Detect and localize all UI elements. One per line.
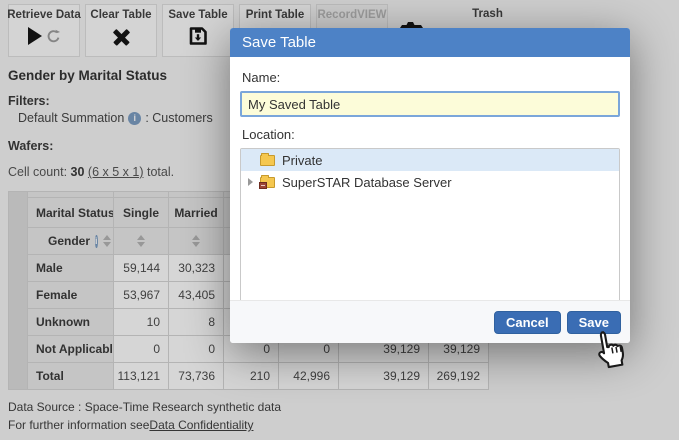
save-button[interactable]: Save (567, 311, 621, 334)
location-item-label: Private (282, 153, 322, 168)
location-item-label: SuperSTAR Database Server (282, 175, 452, 190)
server-folder-icon (260, 177, 275, 188)
name-label: Name: (242, 70, 620, 85)
location-listbox: Private SuperSTAR Database Server (240, 148, 620, 307)
location-item-superstar-server[interactable]: SuperSTAR Database Server (241, 171, 619, 193)
location-label: Location: (242, 127, 620, 142)
expand-arrow-icon[interactable] (248, 178, 253, 186)
dialog-footer: Cancel Save (230, 300, 630, 343)
location-item-private[interactable]: Private (241, 149, 619, 171)
cancel-button[interactable]: Cancel (494, 311, 561, 334)
save-table-dialog: Save Table Name: Location: Private Super… (230, 28, 630, 343)
server-badge-icon (259, 182, 267, 189)
folder-icon (260, 155, 275, 166)
dialog-title: Save Table (230, 28, 630, 57)
name-input[interactable] (240, 91, 620, 117)
